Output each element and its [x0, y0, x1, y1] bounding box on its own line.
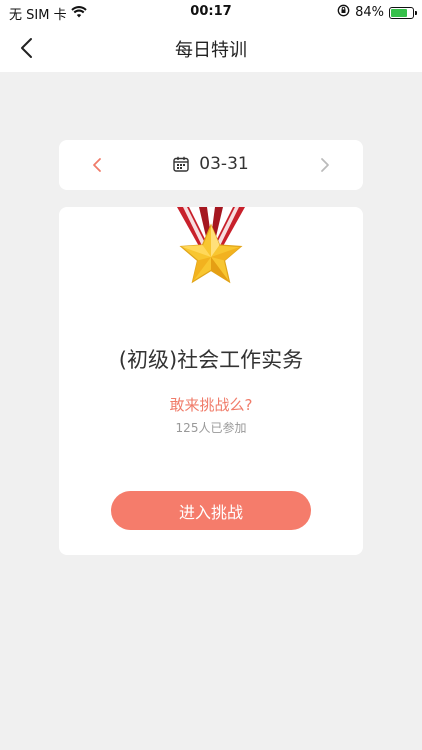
battery-percent: 84% [355, 5, 384, 20]
status-right: 84% [337, 4, 417, 21]
next-date-button[interactable] [313, 153, 337, 177]
page-title: 每日特训 [175, 40, 247, 61]
calendar-icon [173, 156, 189, 172]
medal-icon [177, 207, 245, 284]
date-selector: 03-31 [59, 140, 363, 190]
status-bar: 无 SIM 卡 00:17 84% [0, 0, 422, 24]
orientation-lock-icon [337, 4, 350, 21]
chevron-right-icon [321, 158, 329, 172]
participant-count: 125人已参加 [175, 421, 247, 435]
course-title: (初级)社会工作实务 [118, 348, 304, 372]
battery-icon [389, 6, 417, 19]
enter-challenge-button[interactable]: 进入挑战 [111, 491, 311, 530]
date-label: 03-31 [199, 154, 249, 174]
challenge-card: (初级)社会工作实务 敢来挑战么? 125人已参加 进入挑战 [59, 207, 363, 555]
challenge-prompt: 敢来挑战么? [169, 396, 253, 414]
top-area: 无 SIM 卡 00:17 84% 每日特训 [0, 0, 422, 72]
nav-bar: 每日特训 [0, 24, 422, 72]
